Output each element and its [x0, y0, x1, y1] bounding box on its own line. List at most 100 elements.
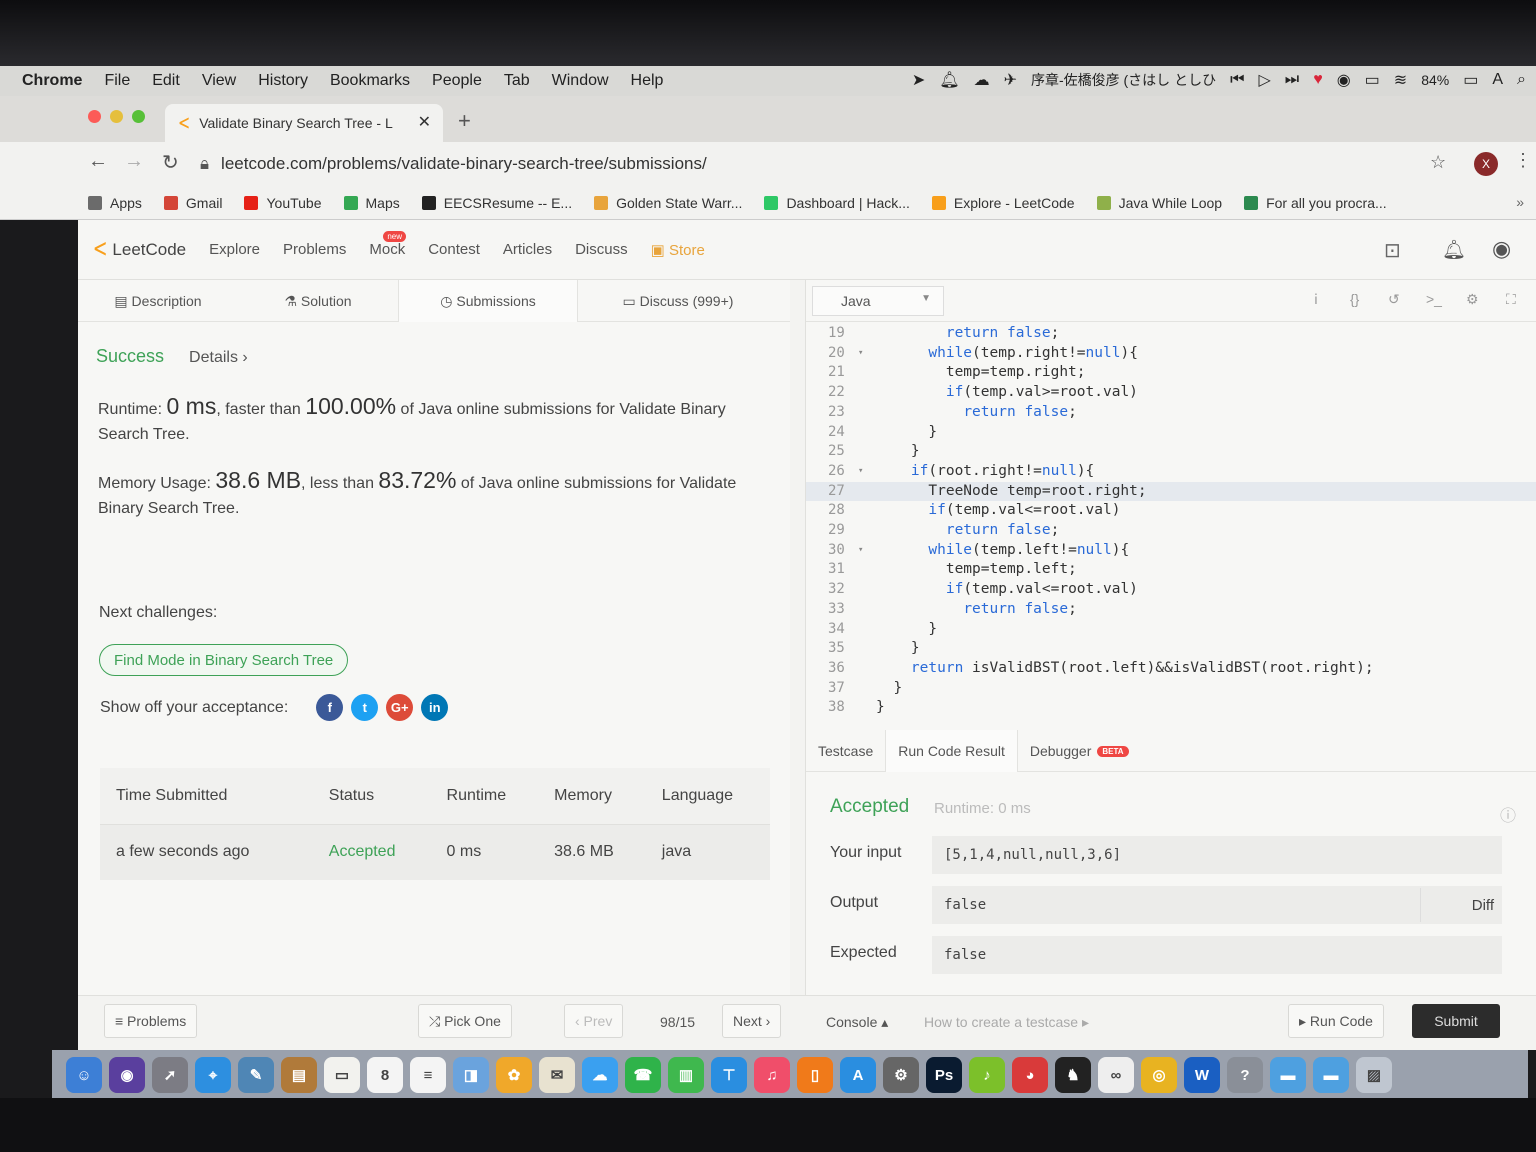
header-status[interactable]: Status — [312, 768, 431, 825]
address-bar[interactable]: 🔒︎ leetcode.com/problems/validate-binary… — [200, 148, 1460, 180]
submit-button[interactable]: Submit — [1412, 1004, 1500, 1038]
dock-app-icon[interactable]: 8 — [367, 1057, 403, 1093]
battery-icon[interactable]: ▭ — [1463, 70, 1478, 90]
nav-mock[interactable]: Mock new — [369, 231, 407, 258]
bookmark-hackerrank[interactable]: Dashboard | Hack... — [764, 195, 910, 211]
code-editor[interactable]: 19 return false; 20 ▾ while(temp.right!=nu… — [806, 324, 1536, 715]
code-line[interactable]: 37 } — [806, 679, 1536, 699]
bookmark-star-icon[interactable]: ☆ — [1430, 152, 1446, 173]
dock-app-icon[interactable]: ➚ — [152, 1057, 188, 1093]
airplay-icon[interactable]: ▭ — [1365, 70, 1380, 90]
linkedin-icon[interactable]: in — [421, 694, 449, 721]
bookmark-apps[interactable]: Apps — [88, 195, 142, 211]
reset-icon[interactable]: ↺ — [1388, 291, 1400, 308]
menu-history[interactable]: History — [258, 72, 308, 90]
language-select[interactable]: Java ▼ — [812, 286, 944, 316]
code-line[interactable]: 36 return isValidBST(root.left)&&isValid… — [806, 659, 1536, 679]
dock-app-icon[interactable]: ▬ — [1270, 1057, 1306, 1093]
url-text[interactable]: leetcode.com/problems/validate-binary-se… — [221, 154, 707, 174]
bookmark-youtube[interactable]: YouTube — [244, 195, 322, 211]
menu-view[interactable]: View — [202, 72, 236, 90]
previous-track-icon[interactable]: ⏮ — [1230, 71, 1244, 89]
dock-app-icon[interactable]: ▭ — [324, 1057, 360, 1093]
info-circle-icon[interactable]: ⓘ — [1500, 802, 1516, 826]
dock-app-icon[interactable]: ♫ — [754, 1057, 790, 1093]
leetcode-logo[interactable]: ᐸ LeetCode — [94, 240, 186, 260]
run-code-button[interactable]: ▸ Run Code — [1288, 1004, 1384, 1038]
dock-app-icon[interactable]: ▤ — [281, 1057, 317, 1093]
code-line[interactable]: 31 temp=temp.left; — [806, 560, 1536, 580]
play-icon[interactable]: ▷ — [1258, 70, 1270, 90]
dock-app-icon[interactable]: ▬ — [1313, 1057, 1349, 1093]
dock-app-icon[interactable]: ☺ — [66, 1057, 102, 1093]
dock-app-icon[interactable]: ? — [1227, 1057, 1263, 1093]
dock-app-icon[interactable]: ♪ — [969, 1057, 1005, 1093]
code-line[interactable]: 27 TreeNode temp=root.right; — [806, 481, 1536, 502]
code-line[interactable]: 20 ▾ while(temp.right!=null){ — [806, 344, 1536, 364]
header-memory[interactable]: Memory — [538, 768, 646, 825]
dock-app-icon[interactable]: ▥ — [668, 1057, 704, 1093]
nav-explore[interactable]: Explore — [209, 241, 260, 258]
dock-app-icon[interactable]: ∞ — [1098, 1057, 1134, 1093]
bookmark-gmail[interactable]: Gmail — [163, 195, 222, 211]
bookmarks-overflow-icon[interactable]: » — [1516, 194, 1524, 210]
menu-bookmarks[interactable]: Bookmarks — [330, 72, 410, 90]
nav-contest[interactable]: Contest — [428, 241, 480, 258]
bookmark-explore-leetcode[interactable]: Explore - LeetCode — [931, 195, 1075, 211]
music-bird-icon[interactable]: ✈ — [1004, 70, 1017, 90]
heart-icon[interactable]: ♥ — [1313, 71, 1323, 89]
back-icon[interactable]: ← — [88, 150, 108, 173]
location-arrow-icon[interactable]: ➤ — [912, 70, 925, 90]
google-plus-icon[interactable]: G+ — [386, 694, 414, 721]
code-line[interactable]: 26 ▾ if(root.right!=null){ — [806, 462, 1536, 482]
facebook-icon[interactable]: f — [316, 694, 344, 721]
code-line[interactable]: 33 return false; — [806, 600, 1536, 620]
header-runtime[interactable]: Runtime — [430, 768, 539, 825]
tab-debugger[interactable]: Debugger BETA — [1018, 730, 1141, 772]
settings-icon[interactable]: ⚙ — [1466, 291, 1479, 308]
cell-status[interactable]: Accepted — [312, 824, 431, 880]
dock-app-icon[interactable]: ☁ — [582, 1057, 618, 1093]
reload-icon[interactable]: ↻ — [162, 150, 179, 175]
terminal-icon[interactable]: >_ — [1426, 291, 1442, 307]
now-playing-text[interactable]: 序章-佐橋俊彦 (さはし としひ — [1031, 70, 1216, 90]
tab-solution[interactable]: ⚗ Solution — [238, 280, 398, 322]
dock-app-icon[interactable]: ⊤ — [711, 1057, 747, 1093]
diff-toggle[interactable]: Diff — [1420, 888, 1502, 922]
next-button[interactable]: Next › — [722, 1004, 782, 1038]
next-track-icon[interactable]: ⏭ — [1285, 71, 1299, 89]
dock-app-icon[interactable]: ◎ — [1141, 1057, 1177, 1093]
cloud-icon[interactable]: ☁ — [974, 70, 990, 90]
code-line[interactable]: 35 } — [806, 639, 1536, 659]
braces-icon[interactable]: {} — [1350, 291, 1359, 307]
menu-window[interactable]: Window — [552, 72, 609, 90]
spotlight-search-icon[interactable]: ⌕ — [1517, 71, 1526, 89]
bookmark-golden-state[interactable]: Golden State Warr... — [594, 195, 742, 211]
table-row[interactable]: a few seconds ago Accepted 0 ms 38.6 MB … — [100, 824, 770, 880]
code-line[interactable]: 34 } — [806, 620, 1536, 640]
code-line[interactable]: 30 ▾ while(temp.left!=null){ — [806, 541, 1536, 561]
twitter-icon[interactable]: t — [351, 694, 379, 721]
code-line[interactable]: 19 return false; — [806, 324, 1536, 344]
menu-file[interactable]: File — [104, 72, 130, 90]
user-circle-icon[interactable]: ◉ — [1337, 70, 1351, 90]
challenge-link-button[interactable]: Find Mode in Binary Search Tree — [99, 644, 349, 676]
wifi-icon[interactable]: ≋ — [1394, 70, 1407, 90]
bookmark-java-while-loop[interactable]: Java While Loop — [1096, 195, 1222, 211]
code-line[interactable]: 22 if(temp.val>=root.val) — [806, 383, 1536, 403]
nav-store[interactable]: ▣ Store — [651, 241, 705, 259]
dock-app-icon[interactable]: ▨ — [1356, 1057, 1392, 1093]
header-language[interactable]: Language — [645, 768, 770, 825]
fold-arrow-icon[interactable]: ▾ — [858, 462, 863, 482]
header-time-submitted[interactable]: Time Submitted — [100, 768, 313, 825]
dock-app-icon[interactable]: ✿ — [496, 1057, 532, 1093]
menu-help[interactable]: Help — [631, 72, 664, 90]
new-tab-icon[interactable]: + — [458, 108, 471, 134]
dock-app-icon[interactable]: ☎ — [625, 1057, 661, 1093]
dock-app-icon[interactable]: ⌖ — [195, 1057, 231, 1093]
details-link[interactable]: Details › — [189, 349, 248, 366]
tab-run-code-result[interactable]: Run Code Result — [885, 730, 1018, 772]
menu-edit[interactable]: Edit — [152, 72, 180, 90]
bell-icon[interactable]: 🔔︎ — [1442, 238, 1466, 262]
code-line[interactable]: 24 } — [806, 423, 1536, 443]
